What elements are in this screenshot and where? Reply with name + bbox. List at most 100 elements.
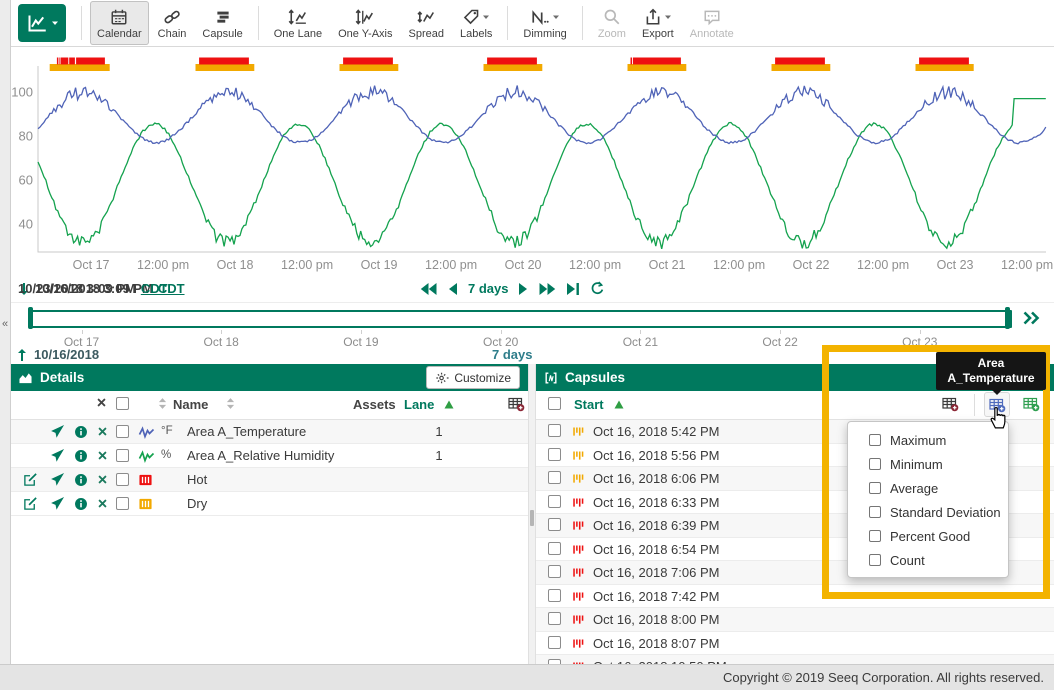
series-line-temperature[interactable] — [38, 86, 1046, 144]
hot-capsule-bar[interactable] — [199, 58, 249, 65]
edit-icon[interactable] — [23, 468, 38, 491]
sort-ascending-icon[interactable] — [614, 400, 624, 409]
hot-capsule-bar[interactable] — [61, 58, 69, 65]
row-checkbox[interactable] — [116, 473, 129, 486]
item-checkbox[interactable] — [869, 506, 881, 518]
timezone-link[interactable]: CDT — [141, 281, 168, 296]
hot-capsule-bar[interactable] — [69, 58, 75, 65]
remove-icon[interactable] — [97, 420, 108, 443]
hot-capsule-bar[interactable] — [631, 58, 633, 65]
item-checkbox[interactable] — [869, 482, 881, 494]
hot-capsule-bar[interactable] — [487, 58, 537, 65]
edit-icon[interactable] — [23, 492, 38, 515]
auto-update-icon[interactable] — [1021, 310, 1040, 326]
pin-icon[interactable] — [50, 444, 65, 467]
trend-chart[interactable]: 100806040Oct 1712:00 pmOct 1812:00 pmOct… — [0, 46, 1054, 278]
capsule-row[interactable]: Oct 16, 2018 8:00 PM — [536, 608, 1054, 632]
details-row[interactable]: %Area A_Relative Humidity1 — [10, 444, 528, 468]
item-name[interactable]: Dry — [187, 492, 207, 515]
column-name[interactable]: Name — [173, 397, 208, 412]
dropdown-item-count[interactable]: Count — [848, 548, 1008, 572]
sort-icon[interactable] — [226, 397, 235, 410]
item-name[interactable]: Area A_Relative Humidity — [187, 444, 334, 467]
timebar-left-handle[interactable] — [28, 307, 33, 329]
row-checkbox[interactable] — [548, 424, 561, 437]
item-name[interactable]: Area A_Temperature — [187, 420, 306, 443]
toolbar-button-one-y-axis[interactable]: One Y-Axis — [331, 1, 399, 45]
row-checkbox[interactable] — [548, 542, 561, 555]
item-checkbox[interactable] — [869, 458, 881, 470]
column-lane[interactable]: Lane — [404, 397, 434, 412]
collapsed-sidebar-strip[interactable]: « — [0, 0, 11, 664]
dry-capsule-bar[interactable] — [916, 64, 974, 71]
hot-capsule-bar[interactable] — [59, 58, 60, 65]
capsule-row[interactable]: Oct 16, 2018 8:07 PM — [536, 632, 1054, 656]
toolbar-button-export[interactable]: Export — [635, 1, 681, 45]
add-column-icon[interactable] — [508, 396, 525, 412]
pin-icon[interactable] — [50, 492, 65, 515]
toolbar-button-chain[interactable]: Chain — [151, 1, 194, 45]
dry-capsule-bar[interactable] — [628, 64, 687, 71]
select-all-capsules-checkbox[interactable] — [548, 397, 561, 410]
row-checkbox[interactable] — [548, 471, 561, 484]
toolbar-button-labels[interactable]: Labels — [453, 1, 499, 45]
item-name[interactable]: Hot — [187, 468, 207, 491]
capsule-row[interactable]: Oct 16, 2018 10:50 PM — [536, 655, 1054, 664]
sort-ascending-icon[interactable] — [444, 400, 454, 409]
row-checkbox[interactable] — [116, 425, 129, 438]
hot-capsule-bar[interactable] — [633, 58, 681, 65]
range-end-date[interactable]: 10/23/2018 3:09 PM — [18, 281, 136, 296]
timebar-right-handle[interactable] — [1005, 307, 1010, 329]
add-column-icon[interactable] — [942, 396, 959, 412]
dropdown-item-percent-good[interactable]: Percent Good — [848, 524, 1008, 548]
row-checkbox[interactable] — [548, 612, 561, 625]
dry-capsule-bar[interactable] — [340, 64, 399, 71]
info-icon[interactable] — [74, 420, 88, 443]
sort-icon[interactable] — [158, 397, 167, 410]
pin-icon[interactable] — [50, 468, 65, 491]
details-row[interactable]: Hot — [10, 468, 528, 492]
remove-all-icon[interactable] — [96, 397, 107, 408]
dry-capsule-bar[interactable] — [196, 64, 255, 71]
dropdown-item-minimum[interactable]: Minimum — [848, 452, 1008, 476]
dropdown-item-average[interactable]: Average — [848, 476, 1008, 500]
toolbar-button-calendar[interactable]: Calendar — [90, 1, 149, 45]
toolbar-button-spread[interactable]: Spread — [402, 1, 451, 45]
customize-button[interactable]: Customize — [426, 366, 520, 389]
item-checkbox[interactable] — [869, 530, 881, 542]
details-row[interactable]: °FArea A_Temperature1 — [10, 420, 528, 444]
dropdown-item-standard-deviation[interactable]: Standard Deviation — [848, 500, 1008, 524]
panel-splitter[interactable] — [528, 364, 536, 664]
view-selector-button[interactable] — [18, 4, 66, 42]
toolbar-button-capsule[interactable]: Capsule — [195, 1, 249, 45]
hot-capsule-bar[interactable] — [343, 58, 393, 65]
pin-icon[interactable] — [50, 420, 65, 443]
remove-icon[interactable] — [97, 468, 108, 491]
toolbar-button-one-lane[interactable]: One Lane — [267, 1, 329, 45]
item-checkbox[interactable] — [869, 434, 881, 446]
row-checkbox[interactable] — [548, 636, 561, 649]
dropdown-item-maximum[interactable]: Maximum — [848, 428, 1008, 452]
hot-capsule-bar[interactable] — [775, 58, 825, 65]
row-checkbox[interactable] — [116, 449, 129, 462]
info-icon[interactable] — [74, 492, 88, 515]
remove-icon[interactable] — [97, 492, 108, 515]
column-start[interactable]: Start — [574, 397, 604, 412]
timebar-start-arrow-icon[interactable] — [16, 348, 28, 362]
collapse-chevrons-icon[interactable]: « — [0, 318, 10, 330]
select-all-checkbox[interactable] — [116, 397, 129, 410]
info-icon[interactable] — [74, 468, 88, 491]
dry-capsule-bar[interactable] — [772, 64, 831, 71]
hot-capsule-bar[interactable] — [57, 58, 59, 65]
hot-capsule-bar[interactable] — [76, 58, 105, 65]
row-checkbox[interactable] — [548, 518, 561, 531]
row-checkbox[interactable] — [548, 565, 561, 578]
details-row[interactable]: Dry — [10, 492, 528, 516]
column-assets[interactable]: Assets — [353, 397, 396, 412]
hot-capsule-bar[interactable] — [919, 58, 969, 65]
dry-capsule-bar[interactable] — [484, 64, 543, 71]
remove-icon[interactable] — [97, 444, 108, 467]
row-checkbox[interactable] — [116, 497, 129, 510]
row-checkbox[interactable] — [548, 448, 561, 461]
timebar-range-slider[interactable] — [30, 310, 1012, 328]
